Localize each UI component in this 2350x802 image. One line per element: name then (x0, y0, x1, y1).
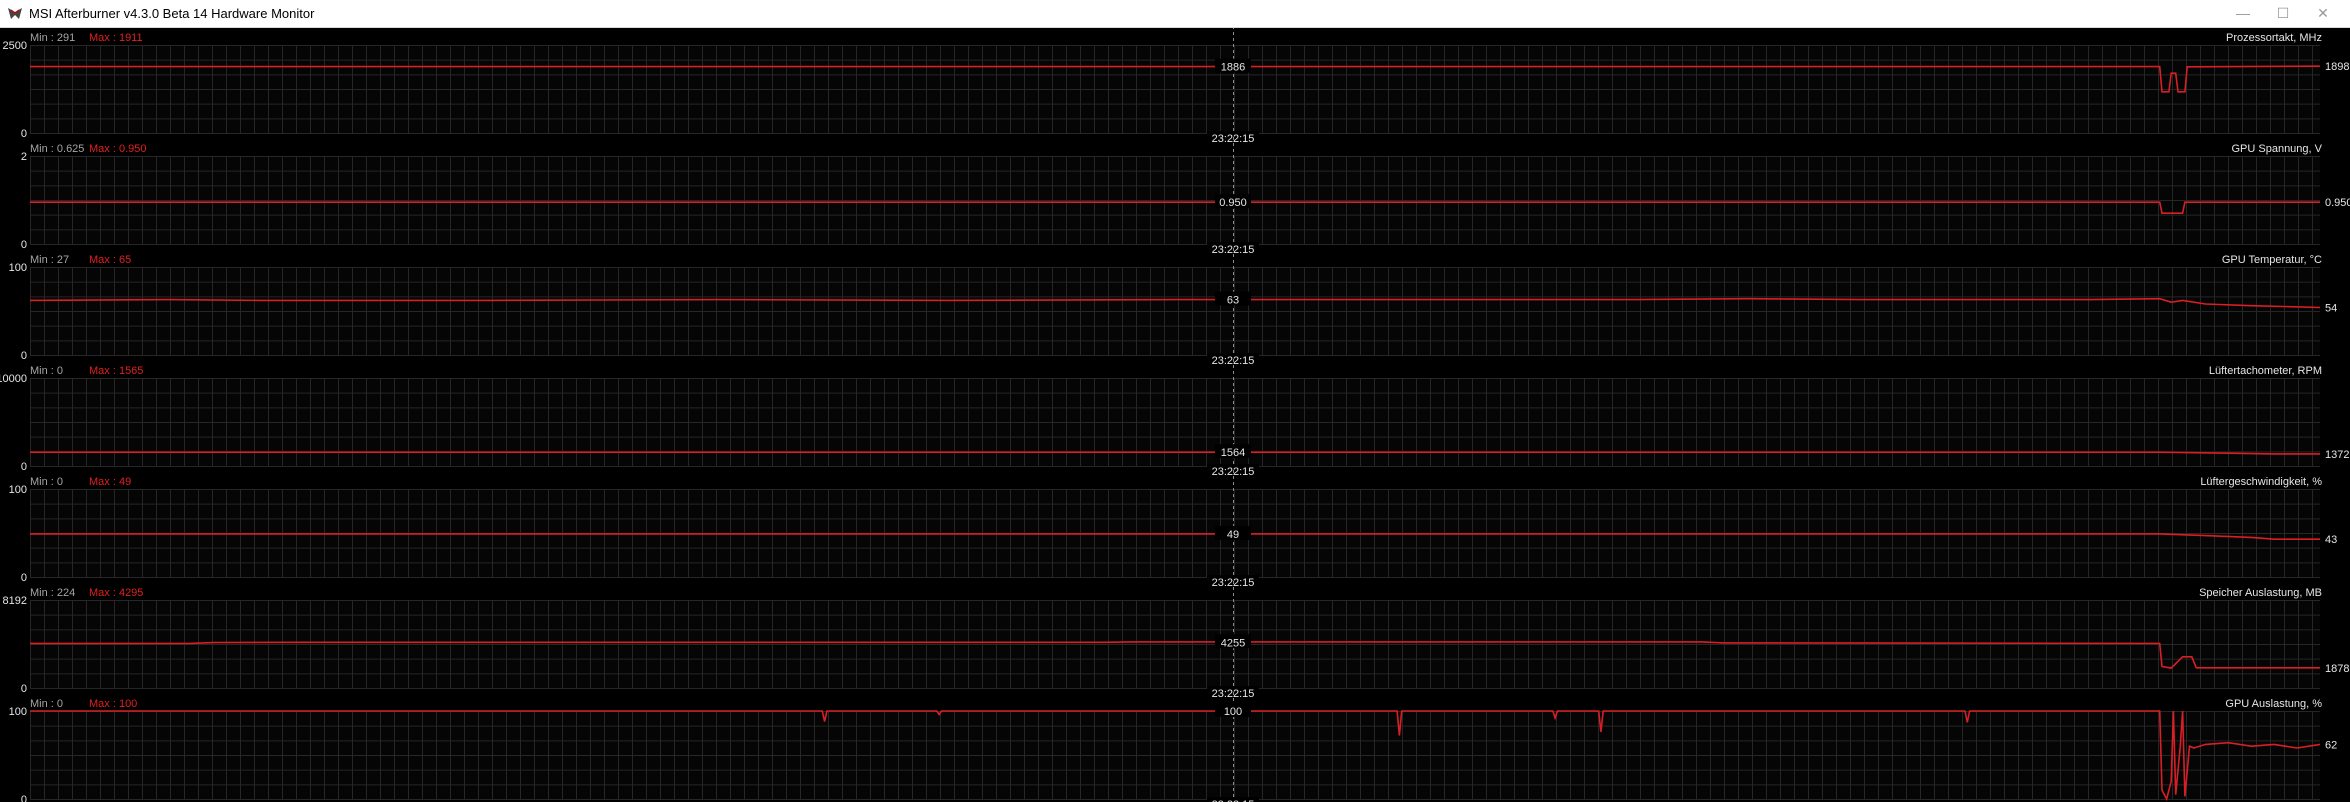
graph-title: GPU Auslastung, % (2225, 698, 2322, 710)
maximize-icon: ☐ (2276, 5, 2290, 21)
hardware-monitor-graphs[interactable]: Min : 291 Max : 1911 Prozessortakt, MHz 250… (0, 28, 2350, 802)
y-axis-max-label: 100 (9, 706, 27, 718)
graph-panel[interactable]: Min : 27 Max : 65 GPU Temperatur, °C 100 0 63… (9, 248, 2338, 367)
graph-panel[interactable]: Min : 291 Max : 1911 Prozessortakt, MHz 250… (3, 28, 2350, 145)
y-axis-max-label: 10000 (0, 373, 27, 385)
min-label: Min : 27 (30, 254, 69, 266)
max-label: Max : 1565 (89, 365, 143, 377)
y-axis-max-label: 100 (9, 484, 27, 496)
close-button[interactable]: ✕ (2300, 0, 2346, 27)
min-label: Min : 0 (30, 365, 63, 377)
min-label: Min : 291 (30, 32, 75, 44)
y-axis-min-label: 0 (21, 461, 27, 473)
cursor-value: 4255 (1221, 637, 1245, 649)
current-value: 1878 (2325, 663, 2349, 675)
current-value: 1898 (2325, 61, 2349, 73)
window-title: MSI Afterburner v4.3.0 Beta 14 Hardware … (29, 6, 315, 21)
cursor-value: 63 (1227, 295, 1239, 307)
current-value: 62 (2325, 739, 2337, 751)
title-bar[interactable]: MSI Afterburner v4.3.0 Beta 14 Hardware … (0, 0, 2350, 28)
y-axis-min-label: 0 (21, 128, 27, 140)
y-axis-min-label: 0 (21, 572, 27, 584)
current-value: 1372 (2325, 449, 2349, 461)
cursor-value: 100 (1224, 706, 1242, 718)
max-label: Max : 1911 (89, 32, 143, 44)
y-axis-min-label: 0 (21, 239, 27, 251)
graph-panel[interactable]: Min : 0 Max : 100 GPU Auslastung, % 100 0 100… (9, 692, 2338, 802)
min-label: Min : 224 (30, 587, 75, 599)
graph-title: Lüftertachometer, RPM (2209, 365, 2322, 377)
max-label: Max : 65 (89, 254, 131, 266)
close-icon: ✕ (2317, 5, 2329, 21)
current-value: 0.950 (2325, 197, 2350, 209)
y-axis-min-label: 0 (21, 794, 27, 802)
graph-panel[interactable]: Min : 0.625 Max : 0.950 GPU Spannung, V 2 0 0… (21, 137, 2350, 256)
cursor-value: 0.950 (1219, 197, 1247, 209)
y-axis-max-label: 2 (21, 151, 27, 163)
y-axis-min-label: 0 (21, 683, 27, 695)
cursor-value: 1886 (1221, 62, 1245, 74)
graph-panel[interactable]: Min : 224 Max : 4295 Speicher Auslastung, … (3, 581, 2350, 700)
current-value: 54 (2325, 302, 2337, 314)
msi-afterburner-app-icon (8, 8, 22, 19)
min-label: Min : 0 (30, 698, 63, 710)
graph-title: Lüftergeschwindigkeit, % (2200, 476, 2322, 488)
y-axis-max-label: 2500 (3, 40, 27, 52)
min-label: Min : 0 (30, 476, 63, 488)
max-label: Max : 0.950 (89, 143, 146, 155)
graph-title: GPU Spannung, V (2231, 143, 2322, 155)
graph-title: GPU Temperatur, °C (2222, 254, 2322, 266)
y-axis-max-label: 100 (9, 262, 27, 274)
y-axis-max-label: 8192 (3, 595, 27, 607)
graph-title: Speicher Auslastung, MB (2199, 587, 2322, 599)
current-value: 43 (2325, 534, 2337, 546)
max-label: Max : 100 (89, 698, 137, 710)
cursor-value: 49 (1227, 529, 1239, 541)
graph-title: Prozessortakt, MHz (2226, 32, 2322, 44)
max-label: Max : 49 (89, 476, 131, 488)
max-label: Max : 4295 (89, 587, 143, 599)
graph-panel[interactable]: Min : 0 Max : 49 Lüftergeschwindigkeit, % 1… (9, 470, 2338, 589)
y-axis-min-label: 0 (21, 350, 27, 362)
cursor-value: 1564 (1221, 447, 1245, 459)
min-label: Min : 0.625 (30, 143, 84, 155)
graph-panel[interactable]: Min : 0 Max : 1565 Lüftertachometer, RPM 10… (0, 359, 2349, 478)
minimize-icon: — (2236, 5, 2250, 21)
